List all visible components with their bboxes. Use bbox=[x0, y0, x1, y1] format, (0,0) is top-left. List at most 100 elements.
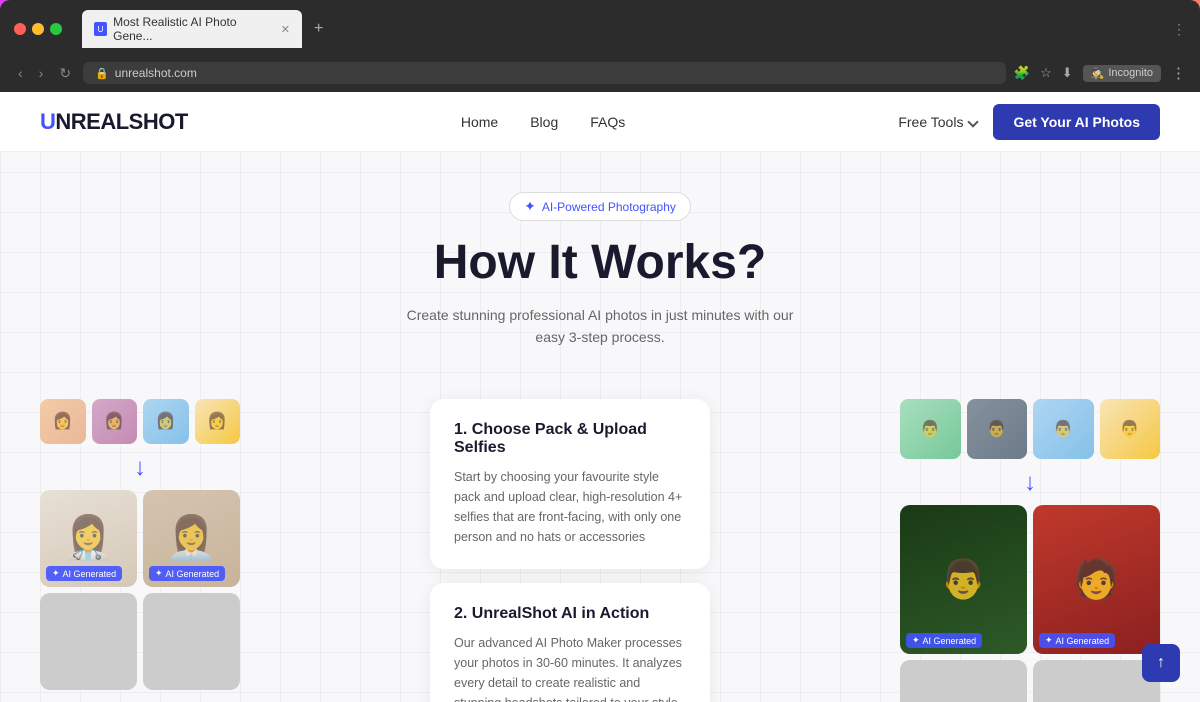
nav-faqs[interactable]: FAQs bbox=[590, 114, 625, 130]
close-button[interactable] bbox=[14, 23, 26, 35]
ai-generated-badge-4: ✦ AI Generated bbox=[1039, 633, 1115, 648]
logo-u: U bbox=[40, 109, 55, 135]
left-extra-1 bbox=[40, 593, 137, 690]
right-photo-column: 👨 👨 👨 👨 ↓ 👨 ✦ bbox=[900, 399, 1160, 702]
traffic-lights bbox=[14, 23, 62, 35]
tab-bar: U Most Realistic AI Photo Gene... ✕ + bbox=[82, 10, 1164, 48]
ai-generated-badge-3: ✦ AI Generated bbox=[906, 633, 982, 648]
ai-generated-label-4: AI Generated bbox=[1056, 636, 1110, 646]
nav-home[interactable]: Home bbox=[461, 114, 498, 130]
right-extra-1 bbox=[900, 660, 1027, 702]
ai-generated-label-3: AI Generated bbox=[923, 636, 977, 646]
lock-icon: 🔒 bbox=[95, 67, 109, 80]
forward-button[interactable]: › bbox=[35, 63, 48, 83]
tab-close-button[interactable]: ✕ bbox=[281, 23, 290, 36]
step-2-description: Our advanced AI Photo Maker processes yo… bbox=[454, 633, 686, 702]
incognito-icon: 🕵 bbox=[1091, 67, 1105, 80]
ai-badge-text: AI-Powered Photography bbox=[542, 200, 676, 214]
get-photos-button[interactable]: Get Your AI Photos bbox=[993, 104, 1160, 140]
right-arrow-down: ↓ bbox=[900, 469, 1160, 497]
logo-text: NREALSHOT bbox=[55, 109, 187, 135]
chevron-down-icon bbox=[968, 116, 979, 127]
left-top-photo-row: 👩 👩 👩 👩 bbox=[40, 399, 240, 445]
left-extra-2 bbox=[143, 593, 240, 690]
more-options-icon[interactable]: ⋮ bbox=[1172, 21, 1186, 38]
step-1-card: 1. Choose Pack & Upload Selfies Start by… bbox=[430, 399, 710, 569]
step-2-card: 2. UnrealShot AI in Action Our advanced … bbox=[430, 583, 710, 702]
left-large-photo-2: 👩‍💼 ✦ AI Generated bbox=[143, 490, 240, 587]
nav-blog[interactable]: Blog bbox=[530, 114, 558, 130]
active-tab[interactable]: U Most Realistic AI Photo Gene... ✕ bbox=[82, 10, 302, 48]
ai-generated-badge-2: ✦ AI Generated bbox=[149, 566, 225, 581]
back-button[interactable]: ‹ bbox=[14, 63, 27, 83]
url-text: unrealshot.com bbox=[115, 66, 197, 80]
right-bottom-photo-row: 👨 ✦ AI Generated 🧑 ✦ AI Generated bbox=[900, 505, 1160, 654]
left-thumb-3: 👩 bbox=[143, 399, 189, 445]
hero-title: How It Works? bbox=[60, 237, 1140, 290]
left-bottom-photo-row: 👩‍⚕️ ✦ AI Generated 👩‍💼 ✦ AI Generated bbox=[40, 490, 240, 587]
nav-links: Home Blog FAQs bbox=[461, 114, 625, 130]
logo[interactable]: UNREALSHOT bbox=[40, 109, 188, 135]
right-person-3: 👨 bbox=[1033, 399, 1094, 460]
hero-subtitle: Create stunning professional AI photos i… bbox=[390, 304, 810, 349]
new-tab-button[interactable]: + bbox=[308, 18, 329, 40]
ai-generated-label-2: AI Generated bbox=[166, 569, 220, 579]
right-extra-row bbox=[900, 660, 1160, 702]
right-large-photo-2: 🧑 ✦ AI Generated bbox=[1033, 505, 1160, 654]
scroll-top-icon: ↑ bbox=[1157, 654, 1165, 672]
ai-generated-label-1: AI Generated bbox=[63, 569, 117, 579]
ai-star-icon-2: ✦ bbox=[155, 568, 163, 579]
ai-badge: ✦ AI-Powered Photography bbox=[509, 192, 691, 221]
browser-chrome: U Most Realistic AI Photo Gene... ✕ + ⋮ … bbox=[0, 0, 1200, 92]
menu-icon[interactable]: ⋮ bbox=[1171, 64, 1186, 82]
right-person-1: 👨 bbox=[900, 399, 961, 460]
ai-star-icon-4: ✦ bbox=[1045, 635, 1053, 646]
ai-star-icon-3: ✦ bbox=[912, 635, 920, 646]
sparkle-icon: ✦ bbox=[524, 198, 536, 215]
right-person-2: 👨 bbox=[967, 399, 1028, 460]
browser-actions: ⋮ bbox=[1172, 21, 1186, 38]
step-1-description: Start by choosing your favourite style p… bbox=[454, 467, 686, 547]
right-thumb-4: 👨 bbox=[1100, 399, 1161, 460]
person-silhouette-4: 👩 bbox=[195, 399, 241, 445]
right-top-photo-row: 👨 👨 👨 👨 bbox=[900, 399, 1160, 460]
free-tools-dropdown[interactable]: Free Tools bbox=[898, 114, 977, 130]
christmas-man-silhouette: 👨 bbox=[900, 505, 1027, 654]
right-thumb-3: 👨 bbox=[1033, 399, 1094, 460]
extensions-icon[interactable]: 🧩 bbox=[1014, 65, 1030, 81]
scroll-top-button[interactable]: ↑ bbox=[1142, 644, 1180, 682]
left-extra-row bbox=[40, 593, 240, 690]
website-container: UNREALSHOT Home Blog FAQs Free Tools Get… bbox=[0, 92, 1200, 702]
bookmark-icon[interactable]: ☆ bbox=[1040, 65, 1052, 81]
left-photo-column: 👩 👩 👩 👩 ↓ 👩‍⚕️ ✦ bbox=[40, 399, 240, 702]
incognito-label: Incognito bbox=[1108, 67, 1153, 79]
reload-button[interactable]: ↻ bbox=[55, 63, 75, 84]
person-silhouette-2: 👩 bbox=[92, 399, 138, 445]
incognito-badge: 🕵 Incognito bbox=[1083, 65, 1161, 82]
right-thumb-1: 👨 bbox=[900, 399, 961, 460]
step-1-title: 1. Choose Pack & Upload Selfies bbox=[454, 421, 686, 457]
download-icon[interactable]: ⬇ bbox=[1062, 65, 1073, 81]
ai-star-icon: ✦ bbox=[52, 568, 60, 579]
left-thumb-1: 👩 bbox=[40, 399, 86, 445]
right-person-4: 👨 bbox=[1100, 399, 1161, 460]
ai-generated-badge-1: ✦ AI Generated bbox=[46, 566, 122, 581]
left-thumb-2: 👩 bbox=[92, 399, 138, 445]
person-silhouette-1: 👩 bbox=[40, 399, 86, 445]
nav-actions: Free Tools Get Your AI Photos bbox=[898, 104, 1160, 140]
left-large-photo-1: 👩‍⚕️ ✦ AI Generated bbox=[40, 490, 137, 587]
hero-section: ✦ AI-Powered Photography How It Works? C… bbox=[0, 152, 1200, 399]
right-large-photo-1: 👨 ✦ AI Generated bbox=[900, 505, 1027, 654]
right-extra-2 bbox=[1033, 660, 1160, 702]
xmas-man-silhouette: 🧑 bbox=[1033, 505, 1160, 654]
content-area: 👩 👩 👩 👩 ↓ 👩‍⚕️ ✦ bbox=[0, 399, 1200, 702]
address-bar[interactable]: 🔒 unrealshot.com bbox=[83, 62, 1006, 84]
free-tools-label: Free Tools bbox=[898, 114, 963, 130]
minimize-button[interactable] bbox=[32, 23, 44, 35]
maximize-button[interactable] bbox=[50, 23, 62, 35]
person-silhouette-3: 👩 bbox=[143, 399, 189, 445]
step-2-title: 2. UnrealShot AI in Action bbox=[454, 605, 686, 623]
tab-favicon: U bbox=[94, 22, 107, 36]
step-cards: 1. Choose Pack & Upload Selfies Start by… bbox=[430, 399, 710, 702]
tab-title: Most Realistic AI Photo Gene... bbox=[113, 15, 269, 43]
